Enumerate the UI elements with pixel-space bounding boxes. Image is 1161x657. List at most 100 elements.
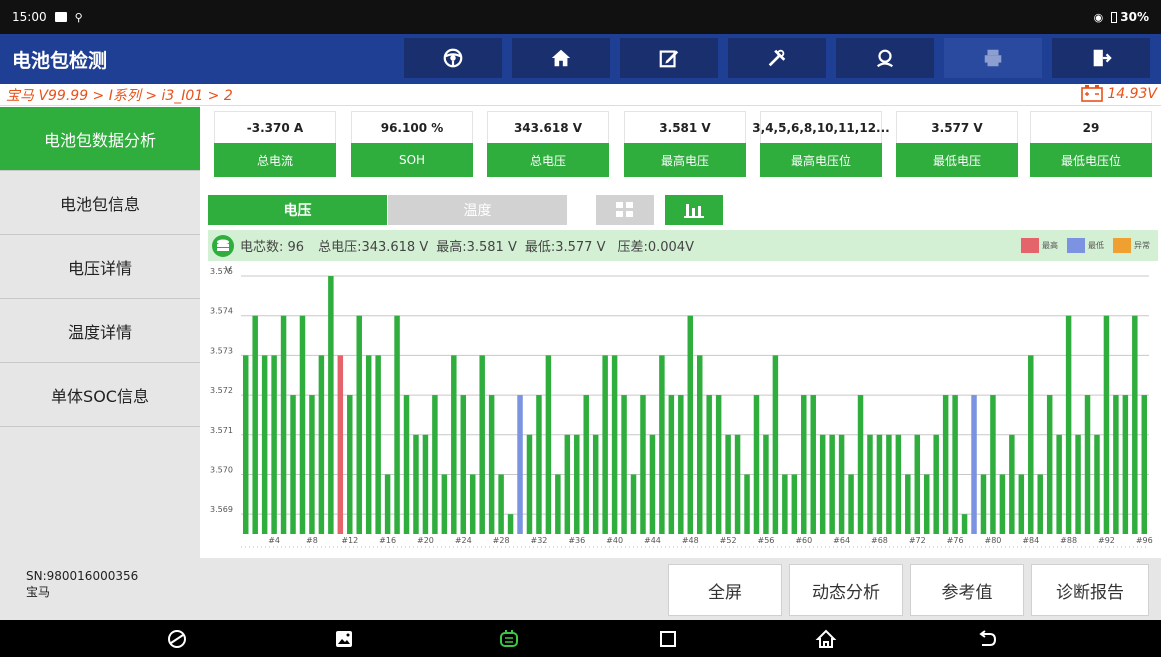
sidebar-item-temperature-details[interactable]: 温度详情 [0, 299, 200, 363]
voltage-bar [536, 395, 542, 534]
voltage-bar [384, 474, 391, 534]
voltage-bar [961, 514, 968, 534]
voltage-bar [772, 355, 779, 534]
metric-value: 3.581 V [624, 111, 746, 143]
voltage-bar [526, 434, 533, 534]
grid-view-icon [616, 202, 633, 217]
y-tick-label: 3.575 [210, 267, 233, 276]
title-bar: 电池包检测 [0, 34, 1161, 84]
steering-wheel-button[interactable] [404, 38, 502, 78]
sidebar-item-battery-info[interactable]: 电池包信息 [0, 171, 200, 235]
voltage-bar [848, 474, 854, 534]
metric-min-voltage-position: 29 最低电压位 [1030, 111, 1152, 177]
voltage-bar [1103, 315, 1110, 534]
metric-value: 3,4,5,6,8,10,11,12... [752, 111, 890, 143]
tab-voltage[interactable]: 电压 [208, 195, 387, 225]
metric-value: 29 [1030, 111, 1152, 143]
edit-button[interactable] [620, 38, 718, 78]
tab-temperature[interactable]: 温度 [388, 195, 567, 225]
metric-label: 总电压 [487, 143, 609, 177]
x-tick-label: #4 [268, 536, 280, 545]
x-tick-label: #68 [871, 536, 888, 545]
dynamic-analysis-button[interactable]: 动态分析 [789, 564, 903, 616]
voltage-bar [659, 355, 665, 534]
voltage-bar [952, 395, 958, 534]
battery-level: 30% [1120, 10, 1149, 24]
voltage-bar [1018, 474, 1025, 534]
voltage-bar [271, 355, 277, 534]
voltage-bar [621, 395, 627, 534]
battery-voltage: 14.93V [1081, 85, 1157, 102]
steering-wheel-icon [443, 48, 463, 68]
image-notification-icon [54, 12, 67, 22]
legend-min-label: 最低 [1088, 241, 1104, 250]
voltage-bar [1075, 434, 1081, 534]
voltage-bar [328, 276, 334, 534]
voltage-bar [933, 434, 939, 534]
voltage-bar [1046, 395, 1053, 534]
gallery-icon[interactable] [333, 628, 355, 650]
diagnostic-report-button[interactable]: 诊断报告 [1031, 564, 1149, 616]
voltage-bar [611, 355, 618, 534]
x-tick-label: #24 [455, 536, 472, 545]
voltage-bar [763, 434, 769, 534]
back-icon[interactable] [976, 628, 998, 650]
metric-label: 最低电压位 [1030, 143, 1152, 177]
voltage-bar [801, 395, 807, 534]
x-tick-label: #96 [1136, 536, 1153, 545]
x-tick-label: #76 [947, 536, 964, 545]
x-tick-label: #12 [341, 536, 358, 545]
sidebar-item-voltage-details[interactable]: 电压详情 [0, 235, 200, 299]
grid-view-button[interactable] [596, 195, 654, 225]
vci-connection-icon[interactable] [498, 628, 520, 650]
voltage-bar-chart: V3.5693.5703.5713.5723.5733.5743.575#4 #8… [210, 265, 1153, 548]
metrics-row: -3.370 A 总电流 96.100 % SOH 343.618 V 总电压 … [214, 111, 1158, 179]
print-button[interactable] [944, 38, 1042, 78]
x-tick-label: #40 [606, 536, 623, 545]
home-button[interactable] [512, 38, 610, 78]
breadcrumb-bar: 宝马 V99.99 > I系列 > i3_I01 > 2 14.93V [0, 84, 1161, 106]
support-button[interactable] [836, 38, 934, 78]
cell-summary: 电芯数: 96 总电压:343.618 V 最高:3.581 V 最低:3.57… [208, 230, 1158, 261]
voltage-bar [706, 395, 712, 534]
voltage-bar [498, 474, 504, 534]
voltage-bar [923, 474, 930, 534]
voltage-bar [886, 434, 892, 534]
voltage-bar [678, 395, 684, 534]
voltage-bar [451, 355, 457, 534]
bar-view-button[interactable] [665, 195, 723, 225]
voltage-bar [365, 355, 372, 534]
voltage-bar [905, 474, 911, 534]
voltage-bar [488, 395, 495, 534]
tools-button[interactable] [728, 38, 826, 78]
voltage-bar [782, 474, 788, 534]
x-tick-label: #8 [306, 536, 318, 545]
exit-button[interactable] [1052, 38, 1150, 78]
voltage-bar [545, 355, 552, 534]
voltage-bar [1009, 434, 1015, 534]
metric-label: 最低电压 [896, 143, 1018, 177]
status-bar: 15:00 ⚲ ◉ 30% [0, 0, 1161, 34]
legend-max-label: 最高 [1042, 241, 1058, 250]
metric-label: SOH [351, 143, 473, 177]
x-tick-label: #64 [833, 536, 850, 545]
voltage-bar [1065, 315, 1072, 534]
fullscreen-button[interactable]: 全屏 [668, 564, 782, 616]
voltage-bar [574, 434, 580, 534]
voltage-bar [564, 434, 571, 534]
sidebar-item-cell-soc[interactable]: 单体SOC信息 [0, 363, 200, 427]
recent-apps-icon[interactable] [657, 628, 679, 650]
summary-total-voltage: 总电压:343.618 V [318, 240, 429, 255]
voltage-bar [725, 434, 731, 534]
voltage-bar [394, 315, 400, 534]
metric-max-voltage-position: 3,4,5,6,8,10,11,12... 最高电压位 [752, 111, 890, 177]
usb-icon: ⚲ [74, 10, 83, 24]
sidebar-item-battery-data-analysis[interactable]: 电池包数据分析 [0, 107, 200, 171]
metric-label: 最高电压 [624, 143, 746, 177]
home-nav-icon[interactable] [815, 628, 837, 650]
browser-icon[interactable] [166, 628, 188, 650]
reference-values-button[interactable]: 参考值 [910, 564, 1024, 616]
voltage-bar [555, 474, 561, 534]
voltage-bar [507, 514, 514, 534]
edit-icon [659, 50, 679, 68]
